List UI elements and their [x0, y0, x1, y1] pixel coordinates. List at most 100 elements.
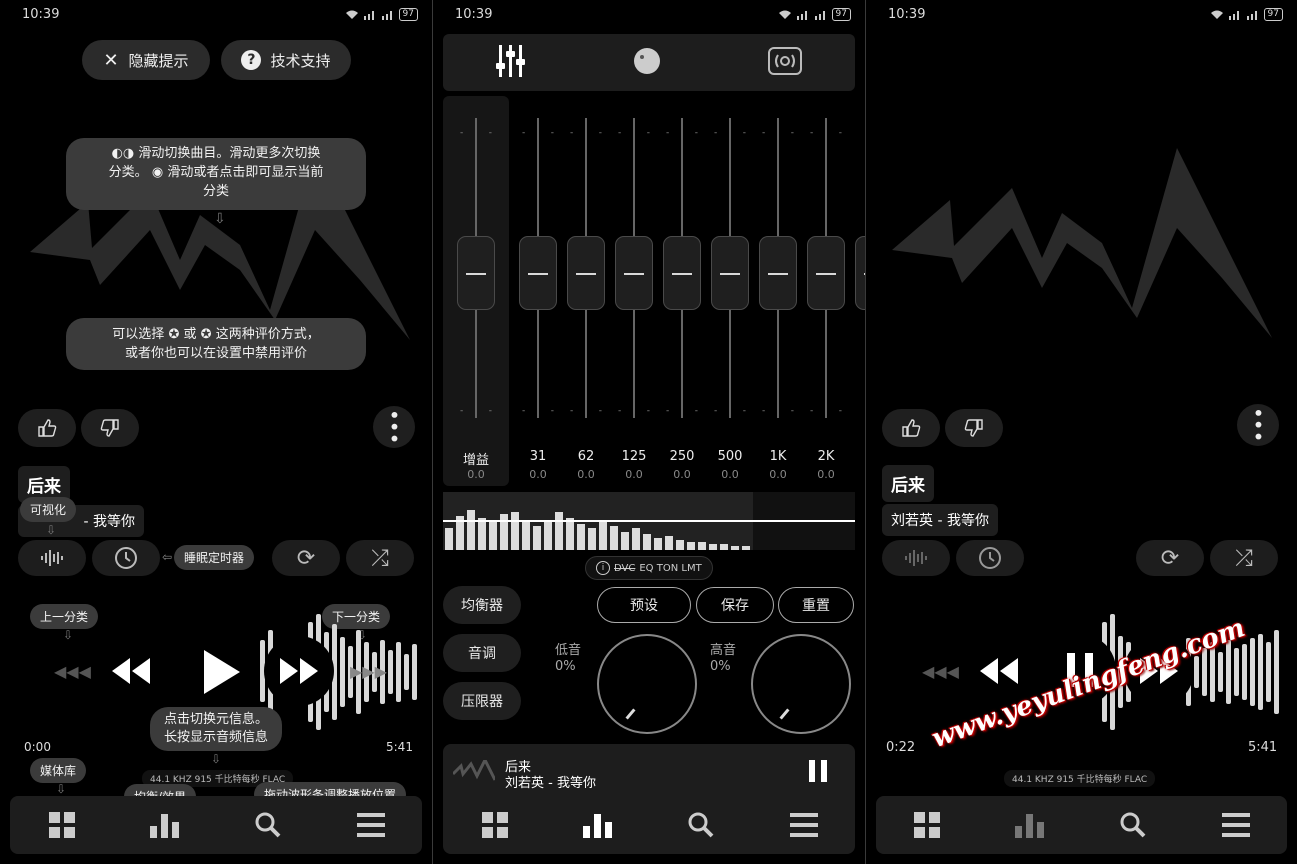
arrow-down-icon: ⇩: [46, 523, 57, 537]
tab-surround[interactable]: [767, 46, 802, 79]
artist-fragment: - 我等你: [83, 514, 135, 530]
treble-knob[interactable]: [751, 634, 851, 734]
nav-queue[interactable]: [784, 805, 824, 845]
sleep-timer-button[interactable]: [956, 540, 1024, 576]
more-vert-icon: •••: [1246, 407, 1270, 443]
tab-limiter-section[interactable]: 压限器: [443, 682, 521, 720]
band-slider-knob[interactable]: [663, 236, 701, 310]
sleep-timer-tooltip: 睡眠定时器: [174, 545, 255, 570]
tab-eq-section[interactable]: 均衡器: [443, 586, 521, 624]
band-slider-knob[interactable]: [759, 236, 797, 310]
tech-support-button[interactable]: ? 技术支持: [221, 40, 351, 80]
equalizer-panel: 10:39 97 ---- ---- ---- ---- ---- ---- -…: [433, 0, 865, 864]
band-slider-2k[interactable]: ----: [806, 118, 846, 438]
band-label: 31: [529, 449, 547, 464]
status-time: 10:39: [455, 7, 493, 22]
shuffle-button[interactable]: ⤮: [1210, 540, 1278, 576]
preset-button[interactable]: 预设: [597, 587, 691, 623]
rewind-icon: [112, 658, 150, 684]
forward-button[interactable]: [264, 636, 334, 706]
band-slider-31[interactable]: ----: [518, 118, 558, 438]
duration-time: 5:41: [386, 740, 413, 754]
swipe-hint-line4: 分类: [202, 184, 229, 199]
nav-queue[interactable]: [351, 805, 391, 845]
mini-player[interactable]: 后来 刘若英 - 我等你: [443, 744, 855, 854]
more-options-button[interactable]: •••: [1237, 404, 1279, 446]
play-button[interactable]: [198, 648, 242, 700]
band-slider-125[interactable]: ----: [614, 118, 654, 438]
thumbs-up-button[interactable]: [18, 409, 76, 447]
prev-category-icon[interactable]: ◀◀◀: [922, 662, 959, 681]
band-label: 1K: [769, 449, 787, 464]
bass-label-group: 低音 0%: [555, 643, 581, 675]
track-artist[interactable]: 刘若英 - 我等你: [882, 504, 998, 536]
nav-library[interactable]: [475, 805, 515, 845]
repeat-button[interactable]: ⟳: [272, 540, 340, 576]
band-slider-partial[interactable]: [854, 118, 865, 438]
prev-category-icon[interactable]: ◀◀◀: [54, 662, 91, 681]
save-button[interactable]: 保存: [696, 587, 774, 623]
nav-equalizer[interactable]: [1010, 805, 1050, 845]
nav-search[interactable]: [681, 805, 721, 845]
swipe-down-icon: ◉: [151, 165, 164, 180]
shuffle-button[interactable]: ⤮: [346, 540, 414, 576]
swipe-hint-line2: 分类。: [108, 165, 148, 180]
band-slider-500[interactable]: ----: [710, 118, 750, 438]
grid-icon: [48, 812, 75, 838]
thumbs-up-icon: [902, 419, 921, 437]
treble-knob-indicator: [779, 708, 790, 720]
band-slider-knob[interactable]: [855, 236, 865, 310]
track-title[interactable]: 后来: [882, 465, 934, 502]
bar-chart-icon: [1015, 814, 1045, 838]
bass-knob[interactable]: [597, 634, 697, 734]
band-slider-knob[interactable]: [567, 236, 605, 310]
thumbs-down-button[interactable]: [81, 409, 139, 447]
sleep-timer-button[interactable]: [92, 540, 160, 576]
reset-button[interactable]: 重置: [778, 587, 854, 623]
bass-value: 0%: [555, 659, 576, 674]
nav-equalizer[interactable]: [578, 805, 618, 845]
status-time: 10:39: [888, 7, 926, 22]
band-value: 0.0: [817, 468, 835, 481]
gain-slider-knob[interactable]: [457, 236, 495, 310]
tab-equalizer[interactable]: [496, 44, 526, 81]
repeat-button[interactable]: ⟳: [1136, 540, 1204, 576]
sliders-icon: [496, 44, 526, 77]
shuffle-icon: ⤮: [371, 545, 389, 571]
band-slider-knob[interactable]: [519, 236, 557, 310]
band-slider-knob[interactable]: [807, 236, 845, 310]
gain-slider[interactable]: ----: [456, 118, 496, 438]
nav-search[interactable]: [248, 805, 288, 845]
spectrum-analyzer: [443, 492, 855, 550]
nav-library[interactable]: [907, 805, 947, 845]
hide-hints-button[interactable]: ✕ 隐藏提示: [82, 40, 210, 80]
thumbs-down-button[interactable]: [945, 409, 1003, 447]
effects-status-badge[interactable]: i DVC EQ TON LMT: [585, 556, 713, 580]
band-slider-62[interactable]: ----: [566, 118, 606, 438]
hide-hints-label: 隐藏提示: [128, 51, 189, 70]
nav-search[interactable]: [1113, 805, 1153, 845]
band-slider-knob[interactable]: [711, 236, 749, 310]
meta-hint-line2: 长按显示音频信息: [163, 730, 268, 745]
rewind-button[interactable]: [978, 650, 1020, 696]
wifi-icon: [345, 10, 358, 19]
nav-queue[interactable]: [1216, 805, 1256, 845]
mini-pause-button[interactable]: [809, 760, 827, 786]
tab-reverb[interactable]: [633, 47, 661, 79]
tab-tone-section[interactable]: 音调: [443, 634, 521, 672]
band-slider-250[interactable]: ----: [662, 118, 702, 438]
band-label: 125: [621, 449, 647, 464]
thumbs-up-button[interactable]: [882, 409, 940, 447]
visualizer-button[interactable]: [18, 540, 86, 576]
band-slider-knob[interactable]: [615, 236, 653, 310]
wifi-icon: [778, 10, 791, 19]
band-slider-1k[interactable]: ----: [758, 118, 798, 438]
rewind-button[interactable]: [110, 650, 152, 696]
next-category-icon[interactable]: ▶▶▶: [350, 662, 387, 681]
help-icon: ?: [241, 50, 262, 70]
nav-library[interactable]: [42, 805, 82, 845]
more-options-button[interactable]: •••: [373, 406, 415, 448]
nav-equalizer[interactable]: [145, 805, 185, 845]
audio-meta-info[interactable]: 44.1 KHZ 915 千比特每秒 FLAC: [1004, 770, 1156, 787]
visualizer-button[interactable]: [882, 540, 950, 576]
